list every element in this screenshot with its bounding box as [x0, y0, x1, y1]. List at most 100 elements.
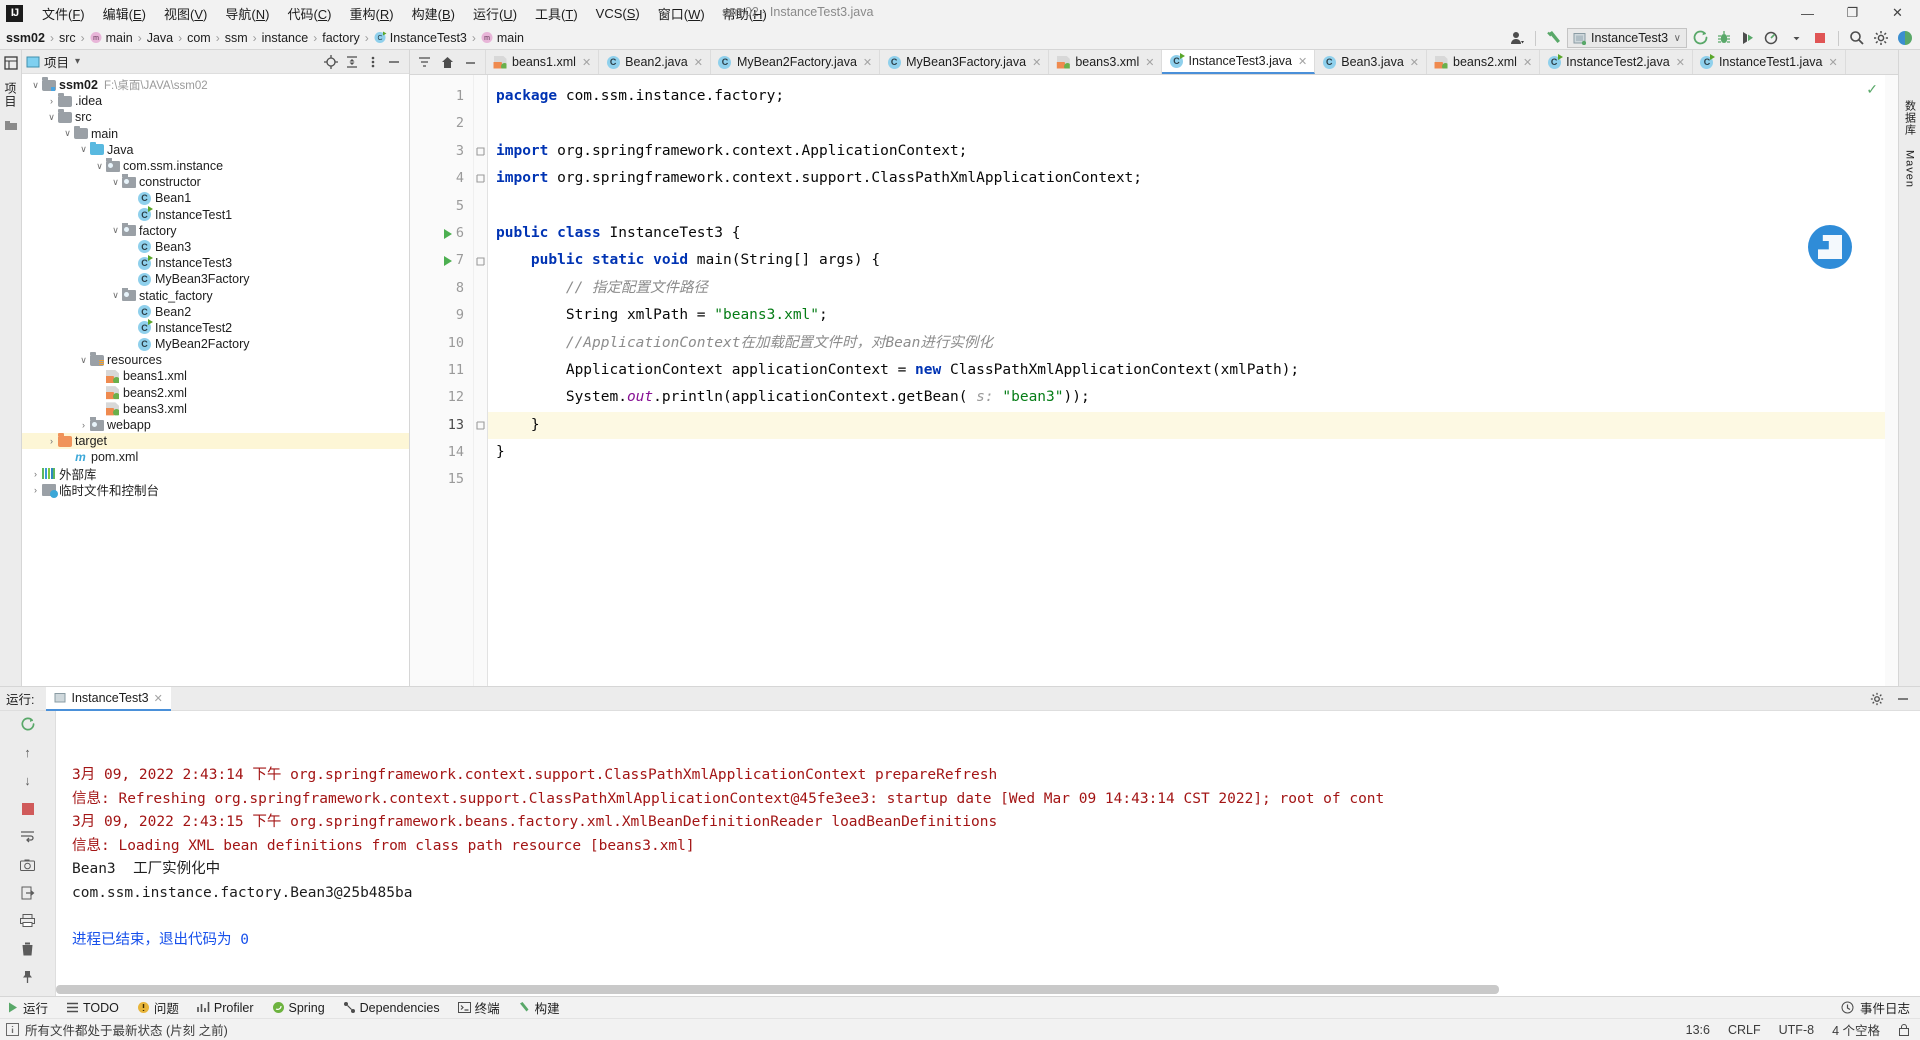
- tree-node-instancetest3[interactable]: C InstanceTest3: [22, 254, 409, 271]
- close-icon[interactable]: ✕: [1676, 56, 1685, 69]
- breadcrumb-item-src[interactable]: src: [59, 31, 76, 45]
- inspection-status-icon[interactable]: ✓: [1866, 81, 1878, 98]
- close-icon[interactable]: ✕: [1523, 56, 1532, 69]
- home-icon[interactable]: [441, 56, 454, 69]
- chevron-right-icon[interactable]: ›: [78, 420, 89, 431]
- user-account-icon[interactable]: [1506, 28, 1528, 49]
- minimize-button[interactable]: —: [1785, 0, 1830, 26]
- profiler-dropdown-icon[interactable]: [1785, 28, 1807, 49]
- stop-icon[interactable]: [19, 800, 36, 817]
- close-icon[interactable]: ✕: [1032, 56, 1041, 69]
- console-output[interactable]: 3月 09, 2022 2:43:14 下午 org.springframewo…: [56, 711, 1920, 996]
- code-line[interactable]: import org.springframework.context.Appli…: [496, 138, 1898, 165]
- tree-node--[interactable]: › 临时文件和控制台: [22, 482, 409, 498]
- tree-node-static_factory[interactable]: ∨ static_factory: [22, 287, 409, 303]
- tree-node-beans3.xml[interactable]: beans3.xml: [22, 401, 409, 417]
- tree-node-beans1.xml[interactable]: beans1.xml: [22, 368, 409, 384]
- editor-tab-beans1-xml[interactable]: beans1.xml ✕: [486, 50, 600, 74]
- bottom-tab-build[interactable]: 构建: [518, 998, 560, 1017]
- maximize-button[interactable]: ❐: [1830, 0, 1875, 26]
- structure-tool-icon[interactable]: [4, 120, 18, 134]
- breadcrumb-item-main[interactable]: m main: [481, 31, 524, 45]
- chevron-down-icon[interactable]: ∨: [46, 112, 57, 123]
- print-icon[interactable]: [19, 912, 36, 929]
- editor-tab-instancetest1-java[interactable]: C InstanceTest1.java ✕: [1693, 50, 1846, 74]
- code-line[interactable]: public class InstanceTest3 {: [496, 220, 1898, 247]
- build-hammer-icon[interactable]: [1543, 28, 1565, 49]
- tree-node-instancetest2[interactable]: C InstanceTest2: [22, 319, 409, 336]
- close-icon[interactable]: ✕: [1410, 56, 1419, 69]
- caret-position[interactable]: 13:6: [1686, 1023, 1710, 1037]
- chevron-down-icon[interactable]: ∨: [110, 177, 121, 188]
- breadcrumb-item-ssm02[interactable]: ssm02: [6, 31, 45, 45]
- scroll-down-icon[interactable]: ↓: [19, 772, 36, 789]
- breadcrumb-item-ssm[interactable]: ssm: [225, 31, 248, 45]
- code-line[interactable]: public static void main(String[] args) {: [496, 247, 1898, 274]
- breadcrumb-item-instancetest3[interactable]: C InstanceTest3: [374, 31, 467, 45]
- bottom-tab-profiler[interactable]: Profiler: [197, 1001, 254, 1015]
- editor-tab-bean3-java[interactable]: C Bean3.java ✕: [1315, 50, 1428, 74]
- code-line[interactable]: [496, 193, 1898, 220]
- code-line[interactable]: }: [488, 411, 1898, 440]
- code-line[interactable]: }: [496, 439, 1898, 466]
- code-fold-marker[interactable]: [474, 412, 487, 439]
- tree-node-src[interactable]: ∨ src: [22, 109, 409, 125]
- tree-node-main[interactable]: ∨ main: [22, 125, 409, 142]
- breadcrumb-item-java[interactable]: Java: [147, 31, 173, 45]
- tree-node-mybean2factory[interactable]: C MyBean2Factory: [22, 336, 409, 352]
- bottom-tab-dependencies[interactable]: Dependencies: [343, 1001, 440, 1015]
- code-fold-marker[interactable]: [474, 247, 487, 274]
- database-tool-label[interactable]: 数据库: [1902, 100, 1918, 136]
- tree-node-bean3[interactable]: C Bean3: [22, 239, 409, 255]
- maven-tool-label[interactable]: Maven: [1904, 150, 1916, 188]
- tree-node-com.ssm.instance[interactable]: ∨ com.ssm.instance: [22, 158, 409, 174]
- close-icon[interactable]: ✕: [1828, 56, 1837, 69]
- indent-setting[interactable]: 4 个空格: [1832, 1020, 1880, 1039]
- tree-node-bean2[interactable]: C Bean2: [22, 304, 409, 320]
- debug-icon[interactable]: [1713, 28, 1735, 49]
- editor-tab-beans3-xml[interactable]: beans3.xml ✕: [1049, 50, 1163, 74]
- menu-tools[interactable]: 工具(T): [526, 2, 587, 25]
- tree-node-resources[interactable]: ∨ resources: [22, 352, 409, 368]
- run-icon[interactable]: [1689, 28, 1711, 49]
- bottom-tab-problems[interactable]: 问题: [137, 998, 179, 1017]
- run-gutter-icon[interactable]: [441, 220, 455, 247]
- collapse-all-icon[interactable]: [345, 55, 359, 69]
- pin-icon[interactable]: [19, 968, 36, 985]
- breadcrumb-item-factory[interactable]: factory: [322, 31, 360, 45]
- project-tree[interactable]: ∨ ssm02 F:\桌面\JAVA\ssm02 › .idea ∨ src ∨ main ∨ Ja…: [22, 74, 409, 686]
- menu-run[interactable]: 运行(U): [464, 2, 526, 25]
- updates-icon[interactable]: [1894, 28, 1916, 49]
- hide-icon[interactable]: [387, 55, 401, 69]
- chevron-right-icon[interactable]: ›: [46, 96, 57, 107]
- tree-node--[interactable]: › 外部库: [22, 466, 409, 482]
- chevron-down-icon[interactable]: ∨: [30, 80, 41, 91]
- tree-node-beans2.xml[interactable]: beans2.xml: [22, 385, 409, 401]
- breadcrumb-item-com[interactable]: com: [187, 31, 211, 45]
- more-options-icon[interactable]: [366, 55, 380, 69]
- tree-node-webapp[interactable]: › webapp: [22, 417, 409, 433]
- code-line[interactable]: ApplicationContext applicationContext = …: [496, 357, 1898, 384]
- lock-icon[interactable]: [1898, 1023, 1910, 1036]
- bottom-tab-spring[interactable]: Spring: [272, 1001, 325, 1015]
- editor-tab-mybean2factory-java[interactable]: C MyBean2Factory.java ✕: [711, 50, 881, 74]
- code-line[interactable]: package com.ssm.instance.factory;: [496, 83, 1898, 110]
- close-icon[interactable]: ✕: [154, 692, 163, 705]
- code-line[interactable]: System.out.println(applicationContext.ge…: [496, 384, 1898, 411]
- breadcrumb-item-main[interactable]: m main: [90, 31, 133, 45]
- bottom-tab-run[interactable]: 运行: [6, 998, 48, 1017]
- run-configuration-selector[interactable]: InstanceTest3 ∨: [1567, 28, 1687, 48]
- bottom-tab-todo[interactable]: TODO: [66, 1001, 119, 1015]
- menu-file[interactable]: 文件(F): [33, 2, 94, 25]
- export-icon[interactable]: [19, 884, 36, 901]
- code-line[interactable]: //ApplicationContext在加载配置文件时，对Bean进行实例化: [496, 330, 1898, 357]
- breadcrumb-item-instance[interactable]: instance: [262, 31, 309, 45]
- trash-icon[interactable]: [19, 940, 36, 957]
- menu-code[interactable]: 代码(C): [278, 2, 340, 25]
- console-horizontal-scrollbar[interactable]: [56, 985, 1906, 994]
- tree-node-bean1[interactable]: C Bean1: [22, 190, 409, 206]
- rerun-icon[interactable]: [19, 716, 36, 733]
- settings-gear-icon[interactable]: [1870, 692, 1884, 706]
- hide-icon[interactable]: [1896, 692, 1910, 706]
- chevron-right-icon[interactable]: ›: [30, 484, 41, 495]
